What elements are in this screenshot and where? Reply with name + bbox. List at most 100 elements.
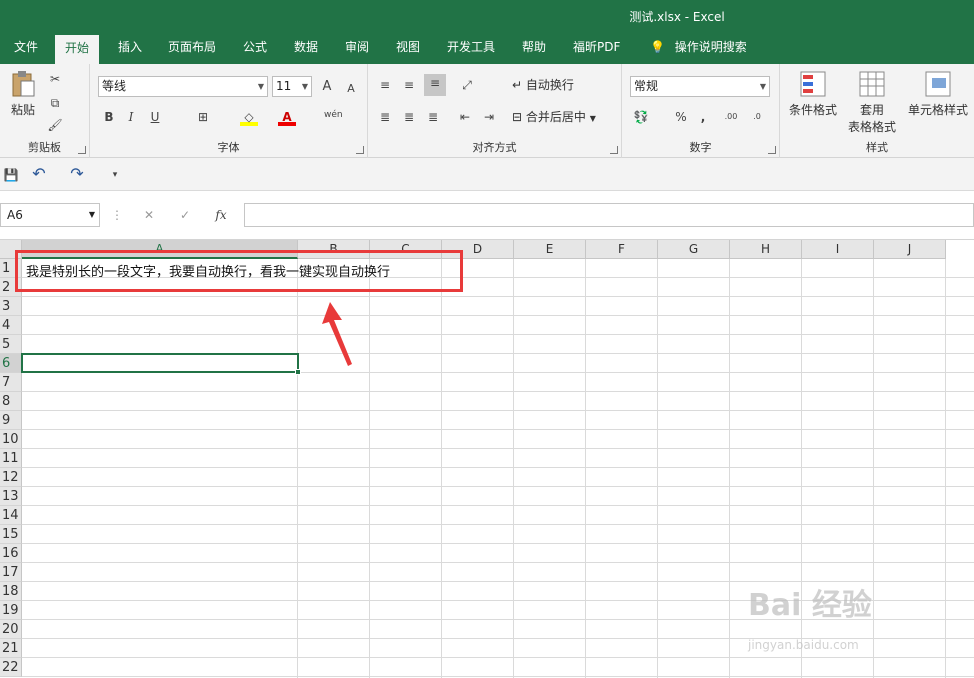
row-header-6[interactable]: 6 — [0, 354, 22, 373]
row-header-13[interactable]: 13 — [0, 487, 22, 506]
row-header-18[interactable]: 18 — [0, 582, 22, 601]
orientation-icon[interactable]: ⤢ — [458, 76, 476, 94]
lightbulb-icon: 💡 — [650, 40, 665, 54]
tab-view[interactable]: 视图 — [386, 33, 430, 64]
align-middle-icon[interactable]: ≡ — [400, 76, 418, 94]
row-header-3[interactable]: 3 — [0, 297, 22, 316]
italic-button[interactable]: I — [122, 108, 140, 126]
row-header-15[interactable]: 15 — [0, 525, 22, 544]
row-header-12[interactable]: 12 — [0, 468, 22, 487]
insert-function-button[interactable]: fx — [212, 206, 230, 224]
tell-me-label: 操作说明搜索 — [674, 40, 747, 54]
align-bottom-icon[interactable]: ≡ — [424, 74, 446, 96]
watermark-url: jingyan.baidu.com — [748, 638, 859, 652]
column-header-f[interactable]: F — [586, 240, 658, 259]
paste-button[interactable]: 粘贴 — [8, 70, 38, 130]
row-header-17[interactable]: 17 — [0, 563, 22, 582]
column-header-j[interactable]: J — [874, 240, 946, 259]
row-header-20[interactable]: 20 — [0, 620, 22, 639]
font-color-button[interactable]: A — [278, 108, 296, 126]
more-icon: ⋮ — [111, 208, 123, 222]
underline-button[interactable]: U — [146, 108, 164, 126]
tab-developer[interactable]: 开发工具 — [437, 33, 505, 64]
percent-button[interactable]: % — [672, 108, 690, 126]
column-header-i[interactable]: I — [802, 240, 874, 259]
row-header-10[interactable]: 10 — [0, 430, 22, 449]
tab-review[interactable]: 审阅 — [335, 33, 379, 64]
redo-icon[interactable]: ↷ — [68, 165, 86, 183]
row-header-9[interactable]: 9 — [0, 411, 22, 430]
increase-indent-icon[interactable]: ⇥ — [480, 108, 498, 126]
tab-help[interactable]: 帮助 — [512, 33, 556, 64]
merge-center-button[interactable]: ⊟ 合并后居中 ▼ — [512, 108, 596, 125]
watermark-brand: Bai 经验 — [748, 588, 872, 623]
column-header-h[interactable]: H — [730, 240, 802, 259]
copy-icon[interactable]: ⧉ — [46, 94, 64, 112]
row-header-16[interactable]: 16 — [0, 544, 22, 563]
dialog-launcher-alignment[interactable] — [610, 146, 618, 154]
tab-formulas[interactable]: 公式 — [233, 33, 277, 64]
tab-foxit-pdf[interactable]: 福昕PDF — [563, 33, 630, 64]
borders-icon[interactable]: ⊞ — [194, 108, 212, 126]
cell-styles-button[interactable]: 单元格样式 — [904, 70, 972, 118]
number-format-select[interactable]: 常规 ▼ — [630, 76, 770, 97]
align-center-icon[interactable]: ≣ — [400, 108, 418, 126]
dialog-launcher-number[interactable] — [768, 146, 776, 154]
gridline-vertical — [657, 259, 658, 678]
comma-button[interactable]: , — [694, 108, 712, 126]
undo-icon[interactable]: ↶ — [30, 165, 48, 183]
align-right-icon[interactable]: ≣ — [424, 108, 442, 126]
phonetic-guide-button[interactable]: wén — [324, 106, 343, 124]
cancel-icon[interactable]: ✕ — [140, 206, 158, 224]
selected-cell-a6[interactable] — [21, 353, 299, 373]
grow-font-button[interactable]: A — [318, 78, 336, 96]
row-header-19[interactable]: 19 — [0, 601, 22, 620]
dialog-launcher-font[interactable] — [356, 146, 364, 154]
tell-me-search[interactable]: 💡 操作说明搜索 — [650, 33, 747, 64]
worksheet-grid[interactable]: ABCDEFGHIJ 1 2 3 4 5 6 7 8 9 10 11 12 13 14 15 16 17 18 19… — [0, 240, 974, 678]
column-header-e[interactable]: E — [514, 240, 586, 259]
tab-insert[interactable]: 插入 — [108, 33, 152, 64]
cut-icon[interactable]: ✂ — [46, 70, 64, 88]
group-number: 常规 ▼ 💱 % , .00 .0 数字 — [622, 64, 780, 158]
dialog-launcher-clipboard[interactable] — [78, 146, 86, 154]
tab-file[interactable]: 文件 — [4, 33, 48, 64]
name-box[interactable]: A6 ▼ — [0, 203, 100, 227]
font-size-select[interactable]: 11 ▼ — [272, 76, 312, 97]
gridline-horizontal — [22, 486, 974, 487]
format-painter-icon[interactable]: 🖌 — [46, 116, 64, 134]
row-header-8[interactable]: 8 — [0, 392, 22, 411]
font-name-select[interactable]: 等线 ▼ — [98, 76, 268, 97]
font-size-value: 11 — [276, 79, 292, 93]
row-header-5[interactable]: 5 — [0, 335, 22, 354]
tab-data[interactable]: 数据 — [284, 33, 328, 64]
enter-icon[interactable]: ✓ — [176, 206, 194, 224]
increase-decimal-button[interactable]: .00 — [722, 108, 740, 126]
conditional-formatting-button[interactable]: 条件格式 — [786, 70, 840, 118]
save-icon[interactable]: 💾 — [2, 166, 20, 184]
align-left-icon[interactable]: ≣ — [376, 108, 394, 126]
row-header-14[interactable]: 14 — [0, 506, 22, 525]
formula-input[interactable] — [244, 203, 974, 227]
shrink-font-button[interactable]: A — [342, 80, 360, 98]
decrease-indent-icon[interactable]: ⇤ — [456, 108, 474, 126]
format-as-table-button[interactable]: 套用 表格格式 — [840, 70, 904, 135]
bold-button[interactable]: B — [100, 108, 118, 126]
tab-page-layout[interactable]: 页面布局 — [158, 33, 226, 64]
row-header-7[interactable]: 7 — [0, 373, 22, 392]
chevron-down-icon: ▼ — [88, 210, 95, 219]
tab-home[interactable]: 开始 — [55, 35, 100, 64]
fill-handle[interactable] — [295, 369, 301, 375]
row-header-21[interactable]: 21 — [0, 639, 22, 658]
customize-qat-icon[interactable]: ▾ — [106, 166, 124, 184]
row-header-11[interactable]: 11 — [0, 449, 22, 468]
fill-color-icon[interactable]: ◇ — [240, 108, 258, 126]
column-header-g[interactable]: G — [658, 240, 730, 259]
gridline-horizontal — [22, 448, 974, 449]
accounting-format-icon[interactable]: 💱 — [632, 108, 650, 126]
decrease-decimal-button[interactable]: .0 — [748, 108, 766, 126]
row-header-4[interactable]: 4 — [0, 316, 22, 335]
wrap-text-button[interactable]: ↵ 自动换行 — [512, 76, 574, 93]
row-header-22[interactable]: 22 — [0, 658, 22, 677]
align-top-icon[interactable]: ≡ — [376, 76, 394, 94]
